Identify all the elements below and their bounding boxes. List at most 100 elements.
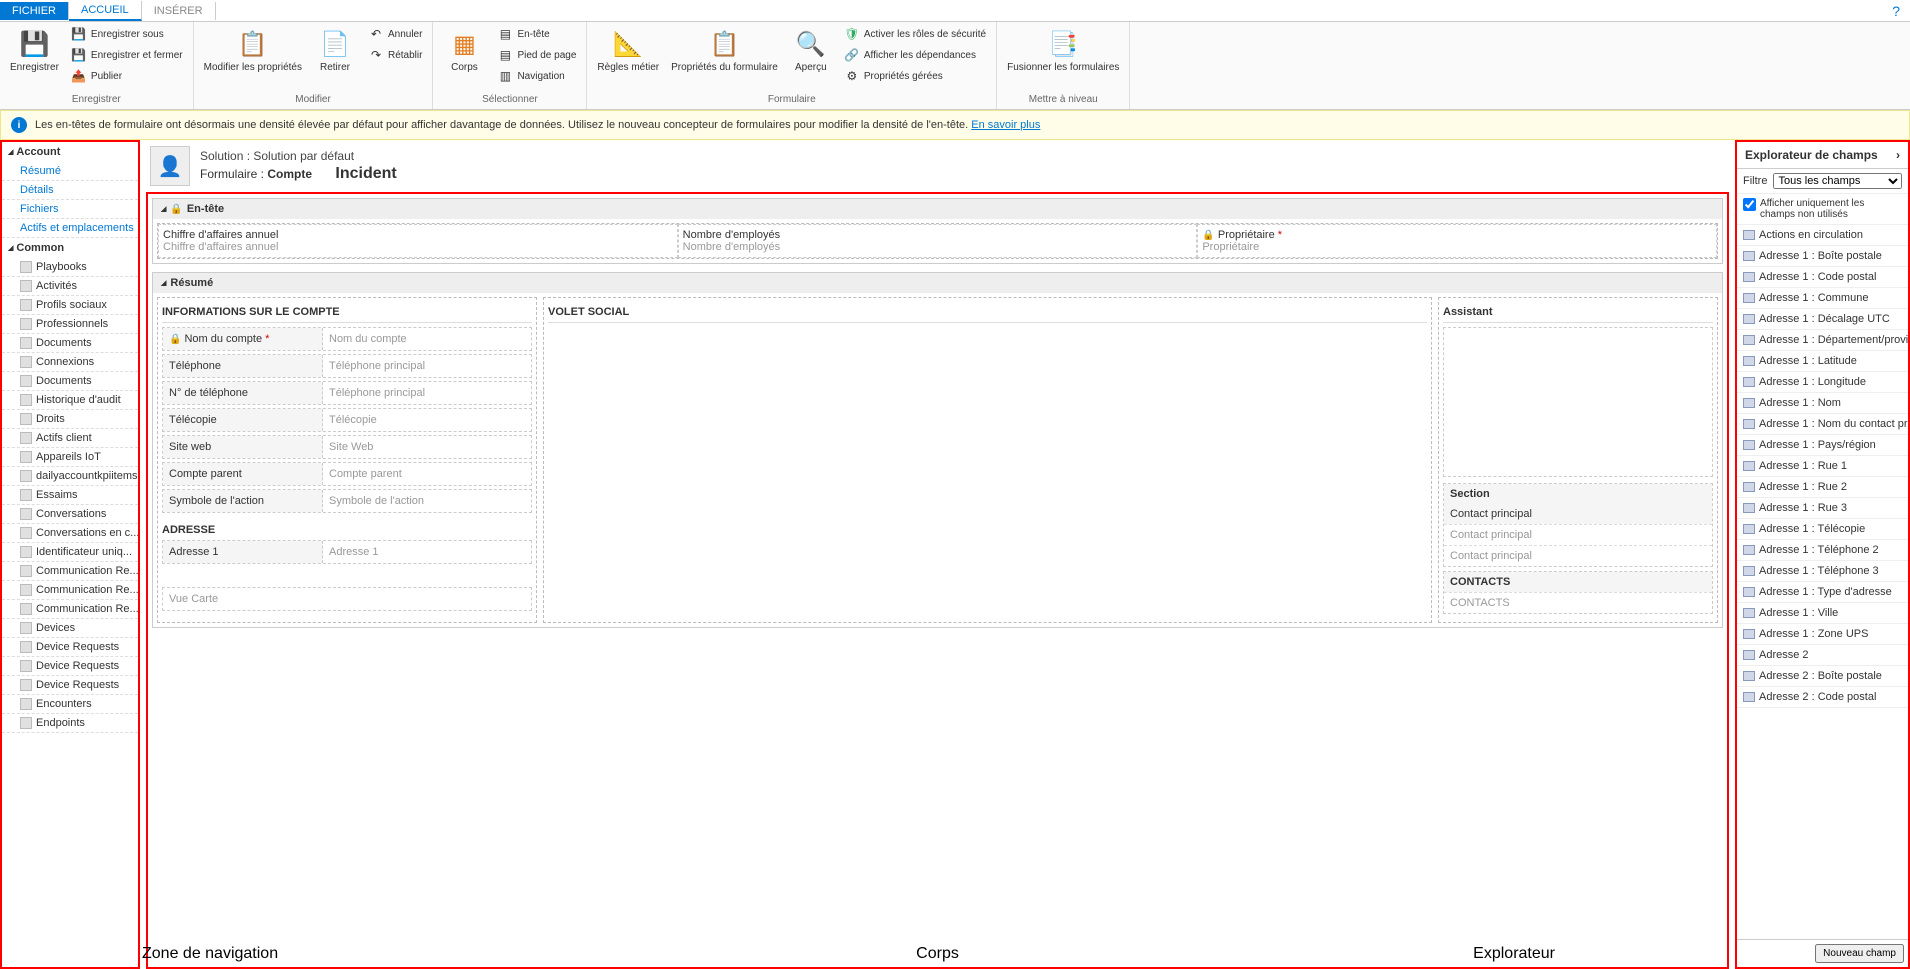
nav-section-account[interactable]: Account xyxy=(2,142,138,162)
undo-button[interactable]: ↶Annuler xyxy=(364,24,426,44)
tab-file[interactable]: FICHIER xyxy=(0,2,69,20)
explorer-item[interactable]: Adresse 1 : Rue 3 xyxy=(1737,498,1908,519)
new-field-button[interactable]: Nouveau champ xyxy=(1815,944,1904,963)
nav-item[interactable]: Communication Re... xyxy=(2,581,138,600)
field-revenue[interactable]: Chiffre d'affaires annuel Chiffre d'affa… xyxy=(158,224,678,258)
explorer-item[interactable]: Adresse 1 : Code postal xyxy=(1737,267,1908,288)
entity-icon xyxy=(20,641,32,653)
nav-item-détails[interactable]: Détails xyxy=(2,181,138,200)
body-button[interactable]: ▦ Corps xyxy=(439,24,489,77)
explorer-item[interactable]: Adresse 1 : Boîte postale xyxy=(1737,246,1908,267)
explorer-item[interactable]: Adresse 1 : Département/province xyxy=(1737,330,1908,351)
nav-item[interactable]: Historique d'audit xyxy=(2,391,138,410)
save-button[interactable]: 💾 Enregistrer xyxy=(6,24,63,77)
field-row[interactable]: Symbole de l'actionSymbole de l'action xyxy=(162,489,532,513)
nav-item[interactable]: Professionnels xyxy=(2,315,138,334)
nav-item[interactable]: Profils sociaux xyxy=(2,296,138,315)
explorer-item[interactable]: Adresse 1 : Type d'adresse xyxy=(1737,582,1908,603)
explorer-item[interactable]: Adresse 1 : Téléphone 3 xyxy=(1737,561,1908,582)
field-employees[interactable]: Nombre d'employés Nombre d'employés xyxy=(678,224,1198,258)
explorer-item[interactable]: Adresse 1 : Latitude xyxy=(1737,351,1908,372)
nav-item-résumé[interactable]: Résumé xyxy=(2,162,138,181)
merge-forms-button[interactable]: 📑 Fusionner les formulaires xyxy=(1003,24,1123,77)
nav-item[interactable]: Devices xyxy=(2,619,138,638)
section-entete[interactable]: 🔒En-tête Chiffre d'affaires annuel Chiff… xyxy=(152,198,1723,264)
save-as-button[interactable]: 💾Enregistrer sous xyxy=(67,24,187,44)
nav-item[interactable]: Device Requests xyxy=(2,676,138,695)
explorer-item[interactable]: Adresse 1 : Zone UPS xyxy=(1737,624,1908,645)
field-row[interactable]: Site webSite Web xyxy=(162,435,532,459)
nav-item[interactable]: Identificateur uniq... xyxy=(2,543,138,562)
nav-item[interactable]: Encounters xyxy=(2,695,138,714)
biz-rules-button[interactable]: 📐 Règles métier xyxy=(593,24,663,77)
help-icon[interactable]: ? xyxy=(1892,3,1900,19)
explorer-item[interactable]: Adresse 2 xyxy=(1737,645,1908,666)
section-resume[interactable]: Résumé INFORMATIONS SUR LE COMPTE 🔒 Nom … xyxy=(152,272,1723,628)
tab-insert[interactable]: INSÉRER xyxy=(142,2,216,20)
remove-button[interactable]: 📄 Retirer xyxy=(310,24,360,77)
field-row[interactable]: Compte parentCompte parent xyxy=(162,462,532,486)
sub-section[interactable]: Section Contact principal Contact princi… xyxy=(1443,483,1713,567)
explorer-item[interactable]: Adresse 1 : Rue 2 xyxy=(1737,477,1908,498)
nav-item[interactable]: Communication Re... xyxy=(2,562,138,581)
explorer-item[interactable]: Adresse 1 : Décalage UTC xyxy=(1737,309,1908,330)
nav-item[interactable]: Activités xyxy=(2,277,138,296)
nav-item[interactable]: Droits xyxy=(2,410,138,429)
explorer-item[interactable]: Adresse 1 : Pays/région xyxy=(1737,435,1908,456)
unused-fields-checkbox[interactable] xyxy=(1743,198,1756,211)
nav-item[interactable]: Device Requests xyxy=(2,638,138,657)
banner-link[interactable]: En savoir plus xyxy=(971,119,1040,131)
redo-button[interactable]: ↷Rétablir xyxy=(364,45,426,65)
publish-button[interactable]: 📤Publier xyxy=(67,66,187,86)
field-owner[interactable]: 🔒 Propriétaire * Propriétaire xyxy=(1197,224,1717,258)
explorer-item[interactable]: Adresse 2 : Code postal xyxy=(1737,687,1908,708)
field-row[interactable]: N° de téléphoneTéléphone principal xyxy=(162,381,532,405)
explorer-item[interactable]: Actions en circulation xyxy=(1737,225,1908,246)
field-row[interactable]: 🔒 Nom du compte *Nom du compte xyxy=(162,327,532,351)
explorer-item[interactable]: Adresse 1 : Rue 1 xyxy=(1737,456,1908,477)
explorer-item[interactable]: Adresse 1 : Nom xyxy=(1737,393,1908,414)
managed-props-button[interactable]: ⚙Propriétés gérées xyxy=(840,66,990,86)
nav-item[interactable]: Endpoints xyxy=(2,714,138,733)
nav-item[interactable]: Appareils IoT xyxy=(2,448,138,467)
save-close-button[interactable]: 💾Enregistrer et fermer xyxy=(67,45,187,65)
modify-props-button[interactable]: 📋 Modifier les propriétés xyxy=(200,24,306,77)
form-props-button[interactable]: 📋 Propriétés du formulaire xyxy=(667,24,782,77)
explorer-item[interactable]: Adresse 1 : Téléphone 2 xyxy=(1737,540,1908,561)
explorer-item[interactable]: Adresse 1 : Ville xyxy=(1737,603,1908,624)
header-button[interactable]: ▤En-tête xyxy=(493,24,580,44)
explorer-item[interactable]: Adresse 2 : Boîte postale xyxy=(1737,666,1908,687)
nav-item[interactable]: Communication Re... xyxy=(2,600,138,619)
sub-contacts[interactable]: CONTACTS CONTACTS xyxy=(1443,571,1713,614)
explorer-item[interactable]: Adresse 1 : Commune xyxy=(1737,288,1908,309)
nav-item[interactable]: Device Requests xyxy=(2,657,138,676)
nav-item-fichiers[interactable]: Fichiers xyxy=(2,200,138,219)
nav-item[interactable]: Conversations xyxy=(2,505,138,524)
nav-item[interactable]: Actifs client xyxy=(2,429,138,448)
nav-item[interactable]: Playbooks xyxy=(2,258,138,277)
filter-select[interactable]: Tous les champs xyxy=(1773,173,1902,189)
footer-button[interactable]: ▤Pied de page xyxy=(493,45,580,65)
nav-item[interactable]: Connexions xyxy=(2,353,138,372)
field-map-view[interactable]: Vue Carte xyxy=(162,587,532,611)
assistant-box[interactable] xyxy=(1443,327,1713,477)
explorer-item[interactable]: Adresse 1 : Nom du contact principal xyxy=(1737,414,1908,435)
explorer-item[interactable]: Adresse 1 : Longitude xyxy=(1737,372,1908,393)
field-row[interactable]: TélécopieTélécopie xyxy=(162,408,532,432)
nav-section-common[interactable]: Common xyxy=(2,238,138,258)
explorer-header[interactable]: Explorateur de champs › xyxy=(1737,142,1908,169)
enable-roles-button[interactable]: 🛡Activer les rôles de sécurité xyxy=(840,24,990,44)
preview-button[interactable]: 🔍 Aperçu xyxy=(786,24,836,77)
field-row[interactable]: TéléphoneTéléphone principal xyxy=(162,354,532,378)
nav-item-actifs-et-emplacements[interactable]: Actifs et emplacements xyxy=(2,219,138,238)
nav-item[interactable]: Documents xyxy=(2,372,138,391)
nav-item[interactable]: dailyaccountkpiitems xyxy=(2,467,138,486)
tab-home[interactable]: ACCUEIL xyxy=(69,1,142,21)
navigation-button[interactable]: ▥Navigation xyxy=(493,66,580,86)
nav-item[interactable]: Documents xyxy=(2,334,138,353)
field-address1[interactable]: Adresse 1 Adresse 1 xyxy=(162,540,532,564)
explorer-item[interactable]: Adresse 1 : Télécopie xyxy=(1737,519,1908,540)
nav-item[interactable]: Essaims xyxy=(2,486,138,505)
nav-item[interactable]: Conversations en c... xyxy=(2,524,138,543)
show-deps-button[interactable]: 🔗Afficher les dépendances xyxy=(840,45,990,65)
